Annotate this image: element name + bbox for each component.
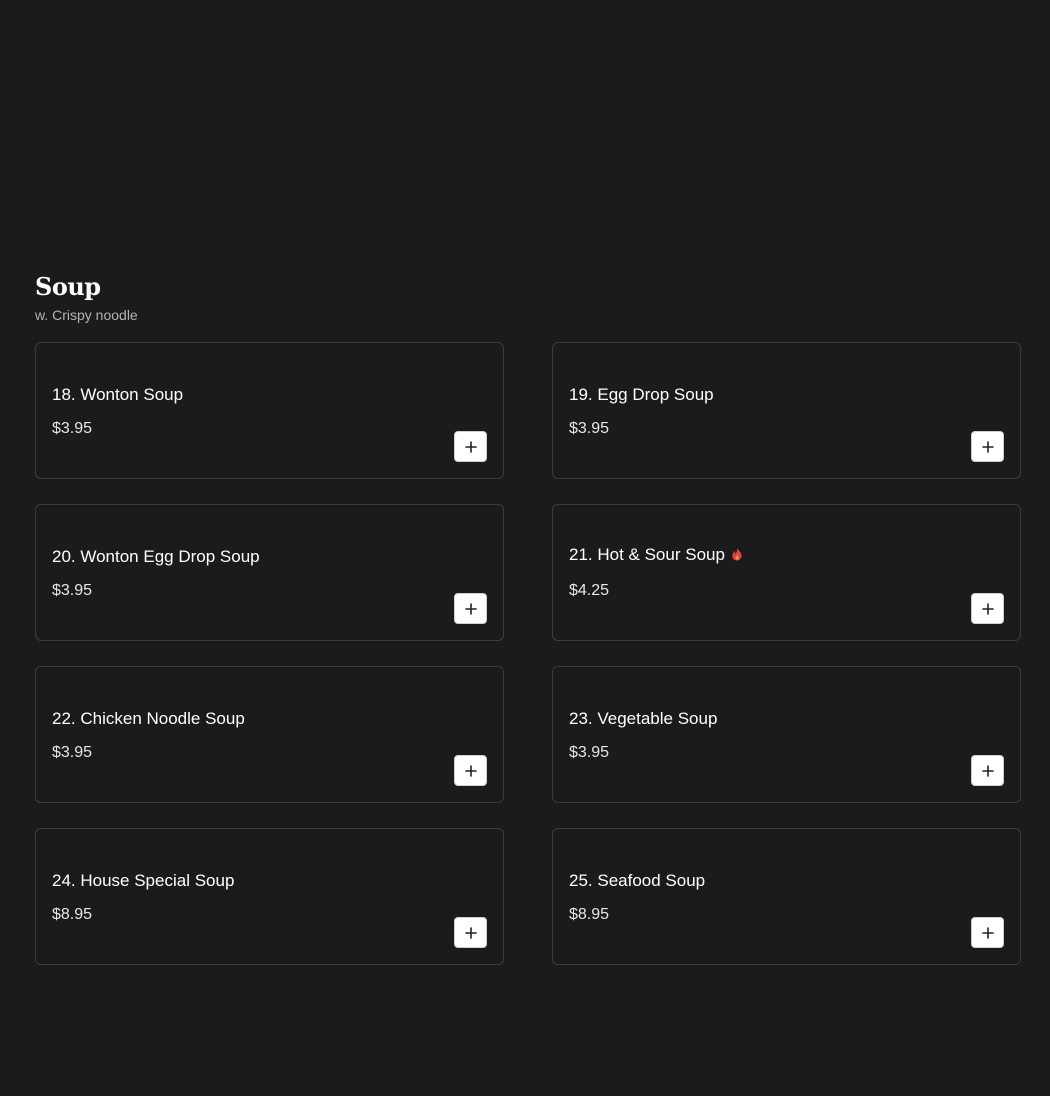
menu-item-card[interactable]: 23. Vegetable Soup $3.95 bbox=[552, 666, 1021, 803]
item-name: 23. Vegetable Soup bbox=[569, 708, 717, 730]
add-to-cart-button[interactable] bbox=[971, 755, 1004, 786]
item-price: $8.95 bbox=[569, 906, 610, 923]
item-name-text: 20. Wonton Egg Drop Soup bbox=[52, 547, 260, 566]
item-price: $3.95 bbox=[52, 420, 93, 437]
add-to-cart-button[interactable] bbox=[971, 917, 1004, 948]
menu-section-soup: Soup w. Crispy noodle 18. Wonton Soup $3… bbox=[35, 272, 1021, 965]
plus-icon bbox=[981, 764, 994, 777]
plus-icon bbox=[981, 602, 994, 615]
menu-item-grid: 18. Wonton Soup $3.95 19. Egg Drop Soup … bbox=[35, 342, 1021, 965]
item-name-text: 22. Chicken Noodle Soup bbox=[52, 709, 245, 728]
item-name: 21. Hot & Sour Soup bbox=[569, 544, 743, 566]
add-to-cart-button[interactable] bbox=[971, 431, 1004, 462]
item-name-text: 18. Wonton Soup bbox=[52, 385, 184, 404]
menu-item-card[interactable]: 19. Egg Drop Soup $3.95 bbox=[552, 342, 1021, 479]
menu-item-card[interactable]: 22. Chicken Noodle Soup $3.95 bbox=[35, 666, 504, 803]
item-price: $3.95 bbox=[52, 582, 93, 599]
item-price: $8.95 bbox=[52, 906, 93, 923]
menu-item-card[interactable]: 18. Wonton Soup $3.95 bbox=[35, 342, 504, 479]
plus-icon bbox=[464, 926, 477, 939]
item-name-text: 23. Vegetable Soup bbox=[569, 709, 718, 728]
item-price: $3.95 bbox=[569, 744, 610, 761]
menu-item-card[interactable]: 24. House Special Soup $8.95 bbox=[35, 828, 504, 965]
plus-icon bbox=[464, 440, 477, 453]
add-to-cart-button[interactable] bbox=[454, 917, 487, 948]
flame-icon bbox=[732, 547, 742, 561]
plus-icon bbox=[464, 602, 477, 615]
add-to-cart-button[interactable] bbox=[454, 593, 487, 624]
item-name: 22. Chicken Noodle Soup bbox=[52, 708, 245, 730]
add-to-cart-button[interactable] bbox=[454, 431, 487, 462]
item-name: 24. House Special Soup bbox=[52, 870, 234, 892]
item-name-text: 21. Hot & Sour Soup bbox=[569, 545, 725, 564]
item-name: 20. Wonton Egg Drop Soup bbox=[52, 546, 260, 568]
plus-icon bbox=[981, 926, 994, 939]
add-to-cart-button[interactable] bbox=[971, 593, 1004, 624]
item-price: $3.95 bbox=[52, 744, 93, 761]
menu-item-card[interactable]: 25. Seafood Soup $8.95 bbox=[552, 828, 1021, 965]
item-price: $3.95 bbox=[569, 420, 610, 437]
item-name-text: 24. House Special Soup bbox=[52, 871, 235, 890]
item-name-text: 19. Egg Drop Soup bbox=[569, 385, 714, 404]
section-subtitle: w. Crispy noodle bbox=[35, 307, 138, 323]
item-name-text: 25. Seafood Soup bbox=[569, 871, 706, 890]
plus-icon bbox=[464, 764, 477, 777]
item-name: 25. Seafood Soup bbox=[569, 870, 705, 892]
menu-item-card[interactable]: 21. Hot & Sour Soup $4.25 bbox=[552, 504, 1021, 641]
menu-item-card[interactable]: 20. Wonton Egg Drop Soup $3.95 bbox=[35, 504, 504, 641]
item-name: 18. Wonton Soup bbox=[52, 384, 183, 406]
add-to-cart-button[interactable] bbox=[454, 755, 487, 786]
item-name: 19. Egg Drop Soup bbox=[569, 384, 714, 406]
plus-icon bbox=[981, 440, 994, 453]
item-price: $4.25 bbox=[569, 582, 610, 599]
section-title: Soup bbox=[35, 272, 101, 301]
